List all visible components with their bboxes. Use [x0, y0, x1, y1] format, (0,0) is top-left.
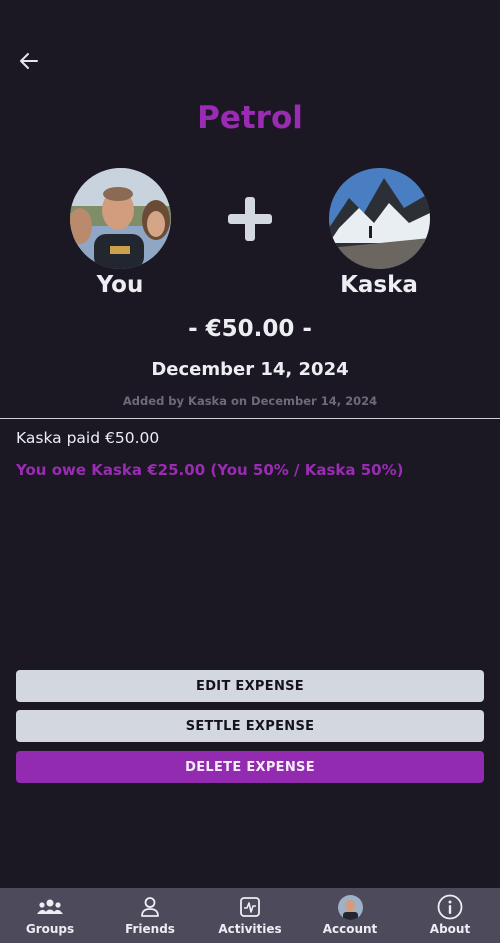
you-avatar: [70, 168, 171, 269]
nav-friends-label: Friends: [125, 922, 175, 936]
you-name: You: [96, 272, 144, 298]
expense-amount: - €50.00 -: [188, 316, 312, 342]
nav-groups[interactable]: Groups: [0, 888, 100, 943]
added-by-text: Added by Kaska on December 14, 2024: [122, 394, 378, 408]
nav-account[interactable]: Account: [300, 888, 400, 943]
expense-date: December 14, 2024: [151, 359, 349, 380]
account-avatar-icon: [337, 894, 363, 920]
nav-account-label: Account: [322, 922, 378, 936]
expense-title: Petrol: [197, 100, 303, 136]
edit-expense-button[interactable]: EDIT EXPENSE: [16, 670, 484, 702]
nav-about[interactable]: About: [400, 888, 500, 943]
info-icon: [437, 894, 463, 920]
bottom-navigation: Groups Friends Activities Account About: [0, 888, 500, 943]
groups-icon: [37, 894, 63, 920]
expense-detail-screen: Petrol You Kaska - €50.00 - December 14,…: [0, 0, 500, 943]
avatar: [337, 894, 363, 920]
activity-icon: [237, 894, 263, 920]
nav-friends[interactable]: Friends: [100, 888, 200, 943]
owe-text: You owe Kaska €25.00 (You 50% / Kaska 50…: [16, 461, 404, 479]
settle-expense-button[interactable]: SETTLE EXPENSE: [16, 710, 484, 742]
kaska-name: Kaska: [340, 272, 418, 298]
nav-about-label: About: [429, 922, 471, 936]
plus-icon: [226, 195, 274, 243]
nav-groups-label: Groups: [25, 922, 75, 936]
back-arrow-icon[interactable]: [14, 46, 44, 76]
nav-activities[interactable]: Activities: [200, 888, 300, 943]
person-icon: [137, 894, 163, 920]
nav-activities-label: Activities: [218, 922, 282, 936]
divider: [0, 418, 500, 419]
delete-expense-button[interactable]: DELETE EXPENSE: [16, 751, 484, 783]
kaska-avatar: [329, 168, 430, 269]
paid-text: Kaska paid €50.00: [16, 429, 160, 447]
